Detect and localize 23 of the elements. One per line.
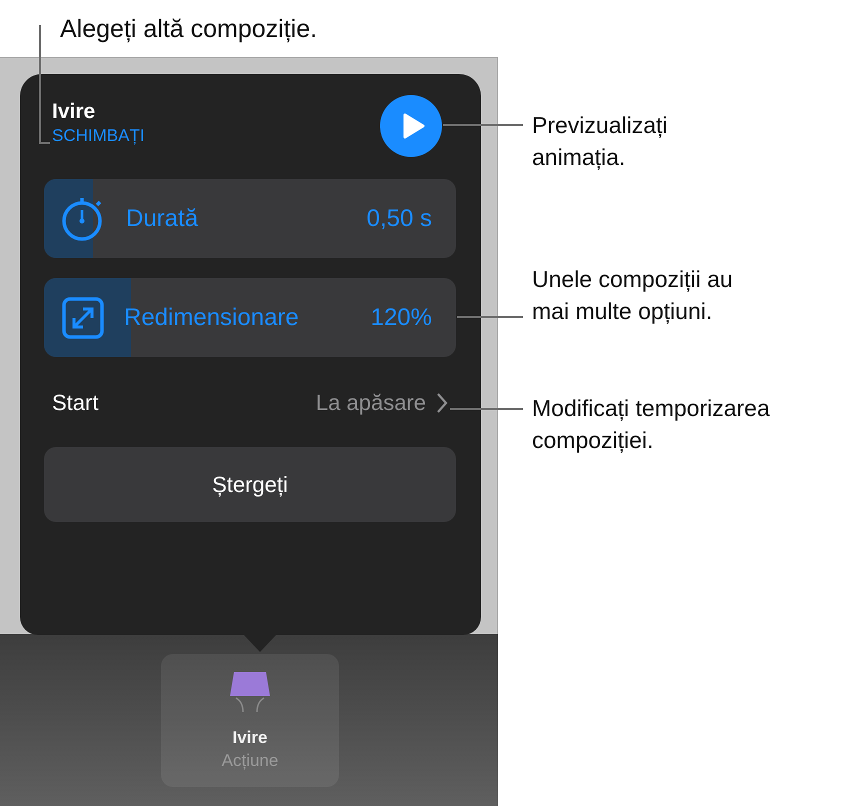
slider-label: Durată bbox=[126, 204, 200, 232]
tile-title: Ivire bbox=[232, 728, 268, 748]
start-option[interactable]: La apăsare bbox=[316, 390, 456, 416]
callout-text: Previzualizați animația. bbox=[532, 111, 668, 172]
start-label: Start bbox=[52, 390, 98, 416]
callout-text: Alegeți altă compoziție. bbox=[60, 14, 318, 45]
play-icon bbox=[402, 113, 424, 139]
slider-label: Redimensionare bbox=[124, 304, 300, 332]
leader-line bbox=[457, 316, 523, 318]
resize-icon bbox=[62, 296, 104, 338]
callout-text: Modificați temporizarea compoziției. bbox=[532, 394, 770, 455]
tile-subtitle: Acțiune bbox=[222, 751, 278, 771]
animation-tile[interactable]: Ivire Acțiune bbox=[161, 654, 339, 787]
change-link[interactable]: SCHIMBAȚI bbox=[52, 125, 145, 147]
animation-effect-icon bbox=[227, 670, 273, 714]
chevron-icon bbox=[436, 392, 448, 414]
delete-button[interactable]: Ștergeți bbox=[44, 447, 456, 522]
callout-text: Unele compoziții au mai multe opțiuni. bbox=[532, 265, 733, 326]
animation-title: Ivire bbox=[52, 99, 96, 125]
slider-value: 120% bbox=[370, 304, 432, 332]
slider-value: 0,50 s bbox=[366, 204, 432, 232]
option-slider[interactable]: Redimensionare 120% bbox=[44, 278, 456, 357]
option-slider[interactable]: Durată 0,50 s bbox=[44, 179, 456, 258]
